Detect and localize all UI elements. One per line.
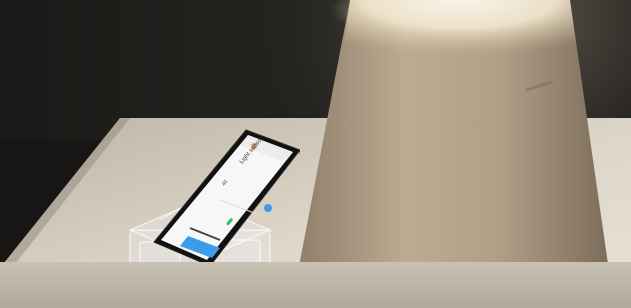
table-edge	[0, 262, 631, 308]
smartphone: Light sensor 40	[153, 129, 300, 267]
photo-scene: Light sensor 40	[0, 0, 631, 308]
accent-dot	[264, 204, 272, 212]
